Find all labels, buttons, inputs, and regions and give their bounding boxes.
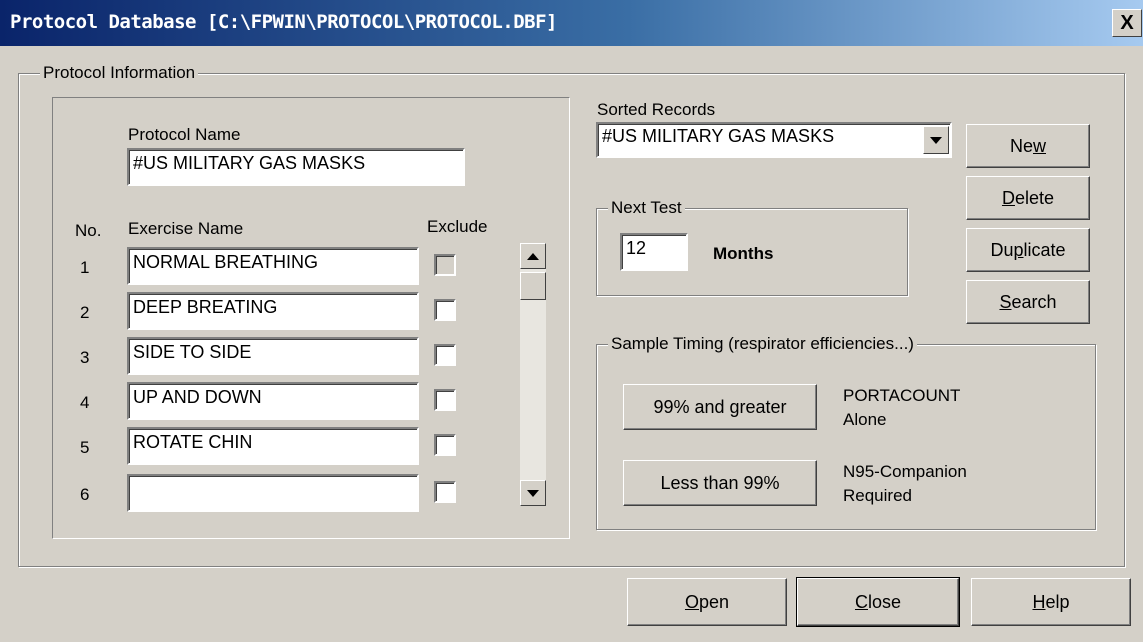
- open-button[interactable]: Open: [627, 578, 787, 626]
- search-button[interactable]: Search: [966, 280, 1090, 324]
- exclude-checkbox[interactable]: [434, 389, 456, 411]
- row-no: 6: [80, 485, 90, 504]
- window-title: Protocol Database [C:\FPWIN\PROTOCOL\PRO…: [10, 11, 557, 33]
- n95-companion-line2: Required: [843, 486, 912, 505]
- next-test-unit: Months: [713, 244, 774, 263]
- delete-label-key: D: [1001, 187, 1015, 208]
- exercise-name-input[interactable]: [127, 474, 419, 512]
- exercise-name-input[interactable]: NORMAL BREATHING: [127, 247, 419, 285]
- exclude-checkbox[interactable]: [434, 481, 456, 503]
- exercise-name-input[interactable]: DEEP BREATING: [127, 292, 419, 330]
- scroll-down-button[interactable]: [520, 480, 546, 506]
- col-no-header: No.: [75, 221, 102, 240]
- portacount-alone-line1: PORTACOUNT: [843, 386, 961, 405]
- exercise-name-input[interactable]: SIDE TO SIDE: [127, 337, 419, 375]
- exclude-checkbox[interactable]: [434, 299, 456, 321]
- exclude-checkbox[interactable]: [434, 254, 456, 276]
- portacount-alone-line2: Alone: [843, 410, 887, 429]
- sorted-records-dropdown-button[interactable]: [923, 126, 949, 154]
- protocol-name-input[interactable]: #US MILITARY GAS MASKS: [127, 148, 465, 186]
- open-label-post: pen: [698, 591, 730, 612]
- next-test-legend: Next Test: [608, 198, 685, 218]
- sorted-records-label: Sorted Records: [597, 100, 716, 119]
- scroll-thumb[interactable]: [520, 272, 546, 300]
- title-bar: Protocol Database [C:\FPWIN\PROTOCOL\PRO…: [0, 0, 1143, 46]
- next-test-input[interactable]: 12: [620, 233, 688, 271]
- search-label-post: earch: [1011, 291, 1057, 312]
- protocol-information-legend: Protocol Information: [40, 63, 199, 83]
- exercise-name-input[interactable]: UP AND DOWN: [127, 382, 419, 420]
- exclude-checkbox[interactable]: [434, 434, 456, 456]
- arrow-down-icon: [527, 489, 539, 497]
- delete-button[interactable]: Delete: [966, 176, 1090, 220]
- help-button[interactable]: Help: [971, 578, 1131, 626]
- exclude-checkbox[interactable]: [434, 344, 456, 366]
- new-button[interactable]: Ne w: [966, 124, 1090, 168]
- duplicate-label-pre: Du: [990, 239, 1014, 260]
- close-label-post: lose: [867, 591, 902, 612]
- close-icon[interactable]: X: [1112, 9, 1142, 37]
- exercise-name-input[interactable]: ROTATE CHIN: [127, 427, 419, 465]
- row-no: 1: [80, 258, 90, 277]
- sample-timing-legend: Sample Timing (respirator efficiencies..…: [608, 334, 917, 354]
- new-label-pre: Ne: [1009, 135, 1033, 156]
- duplicate-label-post: licate: [1023, 239, 1066, 260]
- 99-and-greater-button[interactable]: 99% and greater: [623, 384, 817, 430]
- n95-companion-line1: N95-Companion: [843, 462, 967, 481]
- search-label-key: S: [999, 291, 1012, 312]
- row-no: 5: [80, 438, 90, 457]
- protocol-name-label: Protocol Name: [128, 125, 241, 144]
- sorted-records-select[interactable]: #US MILITARY GAS MASKS: [596, 122, 952, 158]
- new-label-key: w: [1033, 135, 1046, 156]
- delete-label-post: elete: [1014, 187, 1055, 208]
- col-exclude-header: Exclude: [427, 217, 488, 236]
- arrow-up-icon: [527, 252, 539, 260]
- help-label-post: elp: [1045, 591, 1070, 612]
- open-label-key: O: [684, 591, 699, 612]
- close-button[interactable]: Close: [796, 577, 960, 627]
- duplicate-label-key: p: [1013, 239, 1024, 260]
- close-label-key: C: [854, 591, 868, 612]
- help-label-key: H: [1032, 591, 1046, 612]
- row-no: 2: [80, 303, 90, 322]
- scroll-up-button[interactable]: [520, 243, 546, 269]
- row-no: 4: [80, 393, 90, 412]
- chevron-down-icon: [930, 136, 942, 144]
- duplicate-button[interactable]: Du p licate: [966, 228, 1090, 272]
- less-than-99-button[interactable]: Less than 99%: [623, 460, 817, 506]
- row-no: 3: [80, 348, 90, 367]
- col-exercise-header: Exercise Name: [128, 219, 244, 238]
